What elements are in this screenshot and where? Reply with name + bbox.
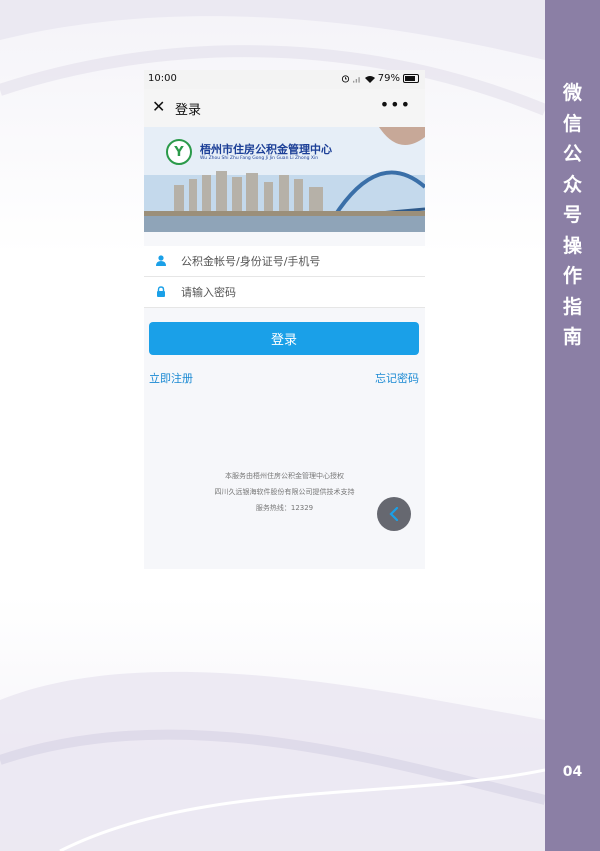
phone-screenshot: 10:00 79% ✕ 登录 ••• Y 梧州市住房公积金管理中心 Wu Zho… <box>144 70 425 569</box>
chevron-left-icon <box>389 507 399 521</box>
status-time: 10:00 <box>148 73 177 84</box>
login-form <box>144 246 425 308</box>
close-icon[interactable]: ✕ <box>152 98 165 116</box>
footer-line: 本服务由梧州住房公积金管理中心授权 <box>225 472 344 480</box>
status-icons: 79% <box>341 73 419 84</box>
account-field <box>144 246 425 277</box>
lock-icon <box>157 286 165 297</box>
guide-title-char: 作 <box>562 265 582 287</box>
guide-title-char: 指 <box>562 295 582 318</box>
guide-title-char: 号 <box>562 204 582 226</box>
guide-title-char: 操 <box>562 234 582 257</box>
guide-title-char: 微 <box>562 82 582 104</box>
page-number: 04 <box>562 764 583 780</box>
guide-title: 微 信 公 众 号 操 作 指 南 <box>545 78 600 353</box>
footer-line: 四川久远银海软件股份有限公司提供技术支持 <box>214 488 355 496</box>
password-field <box>144 277 425 308</box>
user-icon <box>156 255 166 266</box>
banner-image: Y 梧州市住房公积金管理中心 Wu Zhou Shi Zhu Fang Gong… <box>144 127 425 232</box>
guide-title-char: 众 <box>562 173 582 196</box>
right-sidebar: 微 信 公 众 号 操 作 指 南 04 <box>545 0 600 851</box>
account-input[interactable] <box>181 251 411 271</box>
wifi-icon <box>364 75 375 83</box>
guide-title-char: 公 <box>562 143 582 165</box>
login-button[interactable]: 登录 <box>149 322 419 355</box>
status-bar: 10:00 79% <box>144 70 425 89</box>
org-logo-icon: Y <box>166 139 192 165</box>
alarm-icon <box>341 75 349 83</box>
more-icon[interactable]: ••• <box>380 95 411 114</box>
org-pinyin: Wu Zhou Shi Zhu Fang Gong Ji Jin Guan Li… <box>200 156 319 161</box>
signal-icon <box>352 76 360 83</box>
battery-percent: 79% <box>377 73 400 84</box>
nav-bar: ✕ 登录 ••• <box>144 89 425 127</box>
forgot-password-link[interactable]: 忘记密码 <box>375 370 419 386</box>
org-name: 梧州市住房公积金管理中心 <box>200 143 332 156</box>
nav-title: 登录 <box>175 103 202 118</box>
guide-title-char: 信 <box>562 112 582 135</box>
guide-title-char: 南 <box>562 326 582 348</box>
battery-icon <box>403 74 419 83</box>
register-link[interactable]: 立即注册 <box>149 370 193 386</box>
back-button[interactable] <box>377 497 411 531</box>
password-input[interactable] <box>181 282 411 302</box>
